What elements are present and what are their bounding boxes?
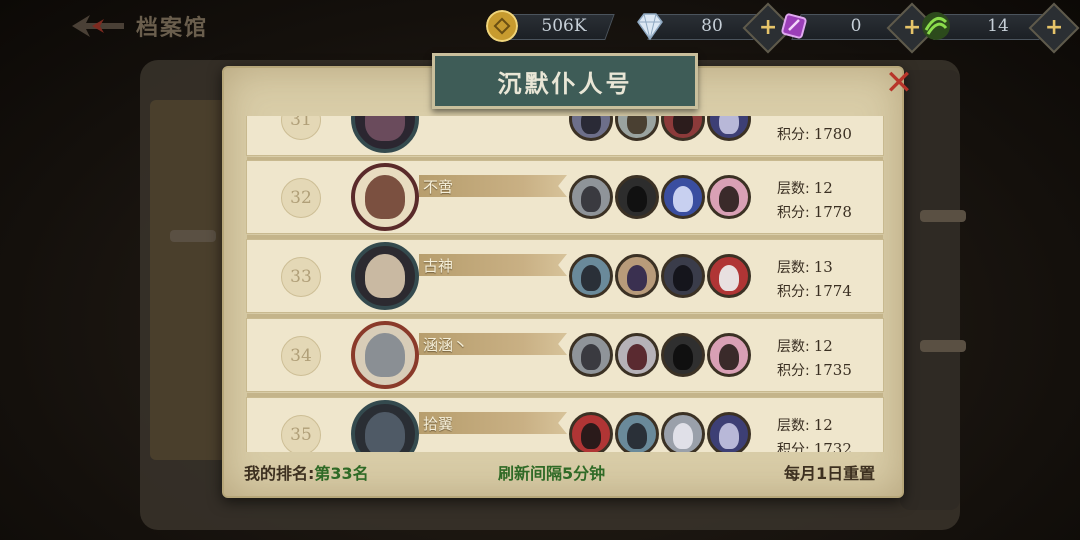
- character-portrait[interactable]: [569, 412, 613, 452]
- row-stats: 层数: 12 积分: 1735: [777, 335, 852, 383]
- panel-title-banner: 沉默仆人号: [432, 53, 698, 109]
- character-portrait[interactable]: [569, 254, 613, 298]
- back-button[interactable]: 档案馆: [70, 10, 208, 42]
- my-rank-label: 我的排名:: [244, 464, 315, 483]
- back-arrow-icon: [72, 15, 124, 37]
- score-value: 1735: [813, 361, 852, 379]
- character-portrait[interactable]: [615, 175, 659, 219]
- character-team: [569, 254, 751, 298]
- rank-number: 31: [281, 116, 321, 140]
- player-name: 古神: [423, 257, 454, 275]
- character-portrait[interactable]: [661, 116, 705, 141]
- player-avatar: [351, 116, 419, 153]
- layer-value: 12: [813, 416, 833, 434]
- rank-number: 34: [281, 336, 321, 376]
- character-portrait[interactable]: [661, 175, 705, 219]
- green-token-value: 14: [987, 16, 1009, 36]
- player-avatar: [351, 242, 419, 310]
- character-portrait[interactable]: [707, 116, 751, 141]
- archive-book-page-left: [150, 100, 230, 460]
- score-label: 积分:: [777, 127, 810, 143]
- player-avatar: [351, 400, 419, 452]
- player-name: 拾翼: [423, 415, 454, 433]
- score-label: 积分:: [777, 442, 810, 452]
- character-portrait[interactable]: [707, 333, 751, 377]
- panel-title: 沉默仆人号: [497, 69, 633, 98]
- layer-value: 12: [813, 337, 833, 355]
- layer-label: 层数:: [777, 181, 810, 197]
- leaderboard-row[interactable]: 35 拾翼 层数: 12 积分: 1732: [246, 397, 884, 452]
- character-portrait[interactable]: [661, 333, 705, 377]
- character-team: [569, 412, 751, 452]
- score-value: 1774: [813, 282, 852, 300]
- character-portrait[interactable]: [661, 412, 705, 452]
- purple-token-counter: 0 +: [778, 2, 938, 54]
- layer-label: 层数:: [777, 260, 810, 276]
- player-avatar: [351, 321, 419, 389]
- purple-token-icon: [781, 13, 807, 39]
- character-portrait[interactable]: [707, 254, 751, 298]
- my-rank: 我的排名:第33名: [244, 460, 369, 484]
- character-portrait[interactable]: [615, 254, 659, 298]
- coin-counter: 506K: [486, 10, 626, 42]
- purple-token-value: 0: [850, 16, 862, 36]
- page-title: 档案馆: [136, 16, 209, 41]
- diamond-counter: 80 +: [634, 2, 794, 54]
- diamond-value: 80: [701, 16, 723, 36]
- score-label: 积分:: [777, 205, 810, 221]
- row-stats: 层数: 13 积分: 1774: [777, 256, 852, 304]
- close-icon: ✕: [884, 63, 914, 103]
- leaderboard-row[interactable]: 32 不啻 层数: 12 积分: 1778: [246, 160, 884, 239]
- character-portrait[interactable]: [615, 333, 659, 377]
- character-portrait[interactable]: [569, 175, 613, 219]
- reset-info: 每月1日重置: [784, 460, 875, 484]
- my-rank-value: 第33名: [314, 464, 369, 483]
- character-team: [569, 175, 751, 219]
- character-portrait[interactable]: [615, 116, 659, 141]
- character-portrait[interactable]: [707, 412, 751, 452]
- character-portrait[interactable]: [661, 254, 705, 298]
- leaderboard-row[interactable]: 34 涵涵丶 层数: 12 积分: 1735: [246, 318, 884, 397]
- character-portrait[interactable]: [615, 412, 659, 452]
- refresh-interval-text: 刷新间隔5分钟: [498, 464, 606, 483]
- book-strap: [920, 340, 966, 352]
- layer-value: 13: [813, 258, 833, 276]
- rank-number: 35: [281, 415, 321, 452]
- leaderboard-row[interactable]: 31 积分: 1780: [246, 116, 884, 161]
- character-portrait[interactable]: [569, 116, 613, 141]
- row-stats: 积分: 1780: [777, 123, 852, 147]
- rank-number: 33: [281, 257, 321, 297]
- score-label: 积分:: [777, 284, 810, 300]
- close-button[interactable]: ✕: [880, 66, 918, 100]
- player-name: 涵涵丶: [423, 336, 469, 354]
- green-token-icon: [922, 12, 950, 40]
- score-value: 1732: [813, 440, 852, 452]
- character-portrait[interactable]: [569, 333, 613, 377]
- reset-info-text: 每月1日重置: [784, 464, 876, 483]
- book-strap: [920, 210, 966, 222]
- refresh-interval: 刷新间隔5分钟: [498, 460, 605, 484]
- layer-label: 层数:: [777, 339, 810, 355]
- book-strap: [170, 230, 216, 242]
- rank-number: 32: [281, 178, 321, 218]
- leaderboard-list[interactable]: 31 积分: 1780 32 不啻 层数: 12 积分: 1778 33 古神 …: [246, 116, 886, 452]
- coin-icon: [486, 10, 518, 42]
- score-value: 1778: [813, 203, 852, 221]
- diamond-icon: [637, 13, 663, 41]
- leaderboard-row[interactable]: 33 古神 层数: 13 积分: 1774: [246, 239, 884, 318]
- green-token-counter: 14 +: [920, 2, 1080, 54]
- layer-label: 层数:: [777, 418, 810, 434]
- character-team: [569, 116, 751, 141]
- archive-book-spine: [900, 70, 960, 510]
- player-name: 不啻: [423, 178, 454, 196]
- character-portrait[interactable]: [707, 175, 751, 219]
- score-label: 积分:: [777, 363, 810, 379]
- player-avatar: [351, 163, 419, 231]
- layer-value: 12: [813, 179, 833, 197]
- row-stats: 层数: 12 积分: 1778: [777, 177, 852, 225]
- character-team: [569, 333, 751, 377]
- coin-value: 506K: [541, 16, 587, 36]
- row-stats: 层数: 12 积分: 1732: [777, 414, 852, 452]
- score-value: 1780: [813, 125, 852, 143]
